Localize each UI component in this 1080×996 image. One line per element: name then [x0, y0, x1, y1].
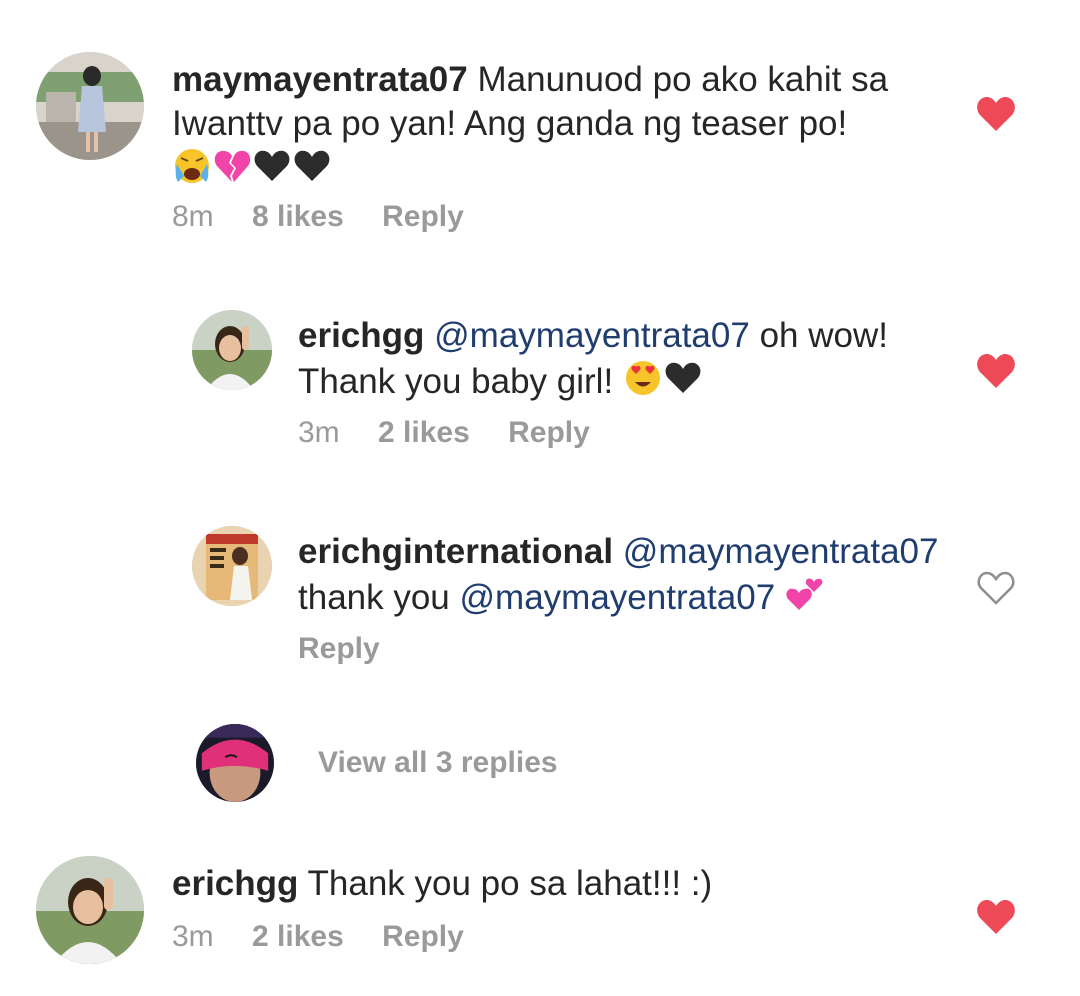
mention-link[interactable]: @maymayentrata07: [434, 316, 750, 355]
comment-text-line2: thank you: [298, 577, 450, 617]
comment-meta: Reply: [298, 632, 410, 666]
comment-meta: 3m 2 likes Reply: [172, 920, 494, 954]
timestamp: 3m: [172, 920, 214, 953]
heart-icon[interactable]: [976, 96, 1016, 132]
comment-text-line2: Thank you baby girl!: [298, 361, 614, 401]
view-all-replies-link[interactable]: View all 3 replies: [318, 746, 558, 780]
broken-heart-emoji: [212, 146, 252, 197]
comment-text: oh wow!: [759, 316, 888, 355]
likes-count[interactable]: 2 likes: [252, 920, 344, 953]
timestamp: 3m: [298, 416, 340, 449]
comment-body: erichgg @maymayentrata07 oh wow! Thank y…: [298, 314, 938, 409]
username[interactable]: erichginternational: [298, 532, 613, 571]
mention-link[interactable]: @maymayentrata07: [460, 578, 776, 617]
black-heart-emoji: [252, 146, 292, 197]
avatar[interactable]: [36, 52, 144, 160]
heart-eyes-emoji: [623, 358, 663, 409]
reply-button[interactable]: Reply: [508, 416, 590, 449]
avatar[interactable]: [36, 856, 144, 964]
heart-icon[interactable]: [976, 353, 1016, 389]
reply-button[interactable]: Reply: [382, 200, 464, 233]
reply-button[interactable]: Reply: [382, 920, 464, 953]
username[interactable]: erichgg: [298, 316, 424, 355]
heart-icon[interactable]: [976, 899, 1016, 935]
heart-outline-icon[interactable]: [976, 570, 1016, 606]
comment-text: Manunuod po ako kahit sa: [477, 60, 889, 99]
comment-text-line2: Iwanttv pa po yan! Ang ganda ng teaser p…: [172, 104, 848, 143]
username[interactable]: maymayentrata07: [172, 60, 468, 99]
black-heart-emoji: [292, 146, 332, 197]
comment-meta: 8m 8 likes Reply: [172, 200, 494, 234]
black-heart-emoji: [663, 358, 703, 409]
comment-body: erichginternational @maymayentrata07 tha…: [298, 530, 958, 625]
crying-face-emoji: [172, 146, 212, 197]
avatar[interactable]: [192, 310, 272, 390]
two-hearts-emoji: [785, 574, 825, 625]
comment-text: Thank you po sa lahat!!! :): [307, 864, 713, 903]
avatar[interactable]: [196, 724, 274, 802]
username[interactable]: erichgg: [172, 864, 298, 903]
comment-body: maymayentrata07 Manunuod po ako kahit sa…: [172, 58, 932, 197]
timestamp: 8m: [172, 200, 214, 233]
comment-body: erichgg Thank you po sa lahat!!! :): [172, 862, 932, 906]
likes-count[interactable]: 8 likes: [252, 200, 344, 233]
likes-count[interactable]: 2 likes: [378, 416, 470, 449]
avatar[interactable]: [192, 526, 272, 606]
reply-button[interactable]: Reply: [298, 632, 380, 665]
comment-meta: 3m 2 likes Reply: [298, 416, 620, 450]
mention-link[interactable]: @maymayentrata07: [623, 532, 939, 571]
